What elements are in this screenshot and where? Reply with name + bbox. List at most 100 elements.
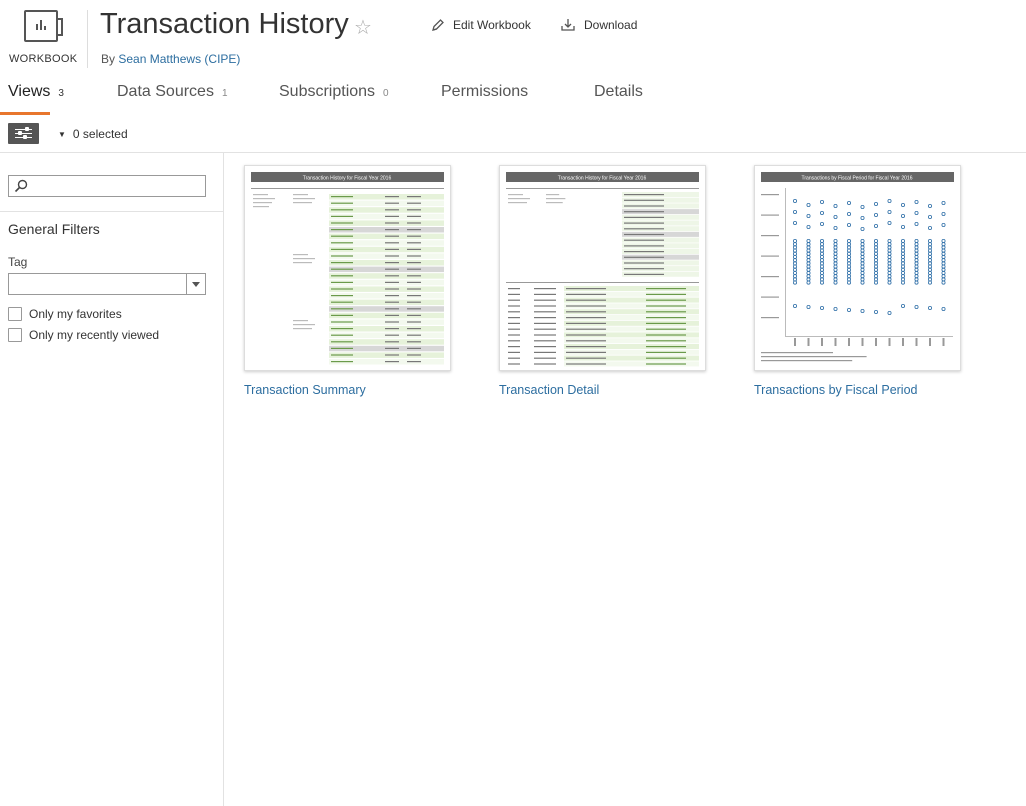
thumb-cell	[534, 334, 556, 336]
thumb-point	[887, 258, 892, 263]
thumb-cell	[566, 363, 606, 365]
search-input[interactable]	[8, 175, 206, 197]
view-thumbnail[interactable]: Transaction History for Fiscal Year 2016	[499, 165, 706, 371]
thumb-point	[833, 258, 838, 263]
thumb-point	[820, 280, 825, 285]
download-button[interactable]: Download	[560, 18, 637, 32]
star-icon[interactable]: ☆	[354, 15, 372, 40]
thumb-cell	[534, 357, 556, 359]
thumb-cell	[331, 321, 353, 323]
view-card[interactable]: Transaction History for Fiscal Year 2016…	[499, 165, 706, 397]
thumb-point	[820, 261, 825, 266]
edit-workbook-button[interactable]: Edit Workbook	[431, 18, 531, 32]
view-thumbnail[interactable]: Transactions by Fiscal Period for Fiscal…	[754, 165, 961, 371]
thumb-cell	[566, 346, 606, 348]
thumb-point	[900, 267, 905, 272]
thumb-cell	[385, 255, 399, 257]
thumb-cell	[385, 196, 399, 198]
thumb-cell	[566, 334, 606, 336]
thumb-cell	[385, 215, 399, 217]
workbook-icon	[24, 10, 63, 42]
thumb-cell	[331, 328, 353, 330]
view-card[interactable]: Transaction History for Fiscal Year 2016…	[244, 165, 451, 397]
thumb-point	[833, 271, 838, 276]
thumb-point	[793, 258, 798, 263]
tab-details[interactable]: Details	[594, 83, 643, 119]
thumb-cell	[646, 351, 686, 353]
thumb-cell	[407, 275, 421, 277]
only-recent-checkbox[interactable]	[8, 328, 22, 342]
thumb-cell	[566, 299, 606, 301]
thumb-point	[900, 245, 905, 250]
thumb-point	[793, 245, 798, 250]
thumb-point	[820, 264, 825, 269]
chevron-down-icon[interactable]	[186, 274, 205, 294]
thumb-cell	[385, 242, 399, 244]
thumb-point	[874, 242, 879, 247]
tab-permissions[interactable]: Permissions	[441, 83, 528, 119]
thumb-point	[820, 222, 825, 227]
thumb-point	[860, 308, 865, 313]
thumb-cell	[407, 235, 421, 237]
thumb-point	[860, 205, 865, 210]
thumb-tick-label	[902, 338, 904, 346]
thumb-cell	[407, 248, 421, 250]
tab-data-sources[interactable]: Data Sources 1	[117, 83, 228, 119]
thumb-cell	[534, 346, 556, 348]
selected-count: 0 selected	[72, 127, 128, 141]
thumb-cell	[534, 328, 556, 330]
thumb-cell	[566, 340, 606, 342]
thumb-cell	[508, 357, 520, 359]
view-title[interactable]: Transaction Detail	[499, 383, 706, 397]
tag-select[interactable]	[8, 273, 206, 295]
thumb-cell	[331, 288, 353, 290]
thumb-point	[860, 277, 865, 282]
thumb-cell	[385, 341, 399, 343]
only-favorites-filter[interactable]: Only my favorites	[8, 307, 122, 321]
view-thumbnail[interactable]: Transaction History for Fiscal Year 2016	[244, 165, 451, 371]
thumb-point	[914, 222, 919, 227]
only-favorites-checkbox[interactable]	[8, 307, 22, 321]
thumb-point	[847, 201, 852, 206]
selection-dropdown[interactable]: ▼ 0 selected	[58, 127, 128, 141]
thumb-point	[847, 267, 852, 272]
thumb-tick-label	[821, 338, 823, 346]
thumb-tick-label	[848, 338, 850, 346]
view-card[interactable]: Transactions by Fiscal Period for Fiscal…	[754, 165, 961, 397]
thumb-cell	[508, 317, 520, 319]
thumb-point	[941, 245, 946, 250]
thumb-tick-label	[929, 338, 931, 346]
only-recent-label: Only my recently viewed	[29, 328, 160, 342]
thumb-cell	[566, 357, 606, 359]
thumb-point	[887, 280, 892, 285]
thumb-cell	[407, 196, 421, 198]
thumb-tick-label	[761, 194, 779, 196]
only-recent-filter[interactable]: Only my recently viewed	[8, 328, 159, 342]
thumb-point	[900, 274, 905, 279]
thumb-point	[847, 271, 852, 276]
thumb-point	[833, 251, 838, 256]
byline-prefix: By	[101, 52, 116, 66]
tab-subscriptions[interactable]: Subscriptions 0	[279, 83, 389, 119]
thumb-cell	[385, 347, 399, 349]
thumb-line	[293, 258, 315, 260]
thumb-point	[914, 248, 919, 253]
view-title[interactable]: Transactions by Fiscal Period	[754, 383, 961, 397]
thumb-point	[941, 267, 946, 272]
thumb-cell	[407, 308, 421, 310]
thumb-cell	[385, 209, 399, 211]
view-title[interactable]: Transaction Summary	[244, 383, 451, 397]
thumb-point	[806, 264, 811, 269]
thumb-cell	[407, 255, 421, 257]
thumb-line	[293, 320, 308, 322]
thumb-point	[927, 215, 932, 220]
thumb-cell	[508, 351, 520, 353]
thumb-point	[820, 271, 825, 276]
thumb-line	[253, 202, 272, 204]
thumb-point	[941, 212, 946, 217]
owner-link[interactable]: Sean Matthews (CIPE)	[118, 52, 240, 66]
byline: By Sean Matthews (CIPE)	[101, 52, 240, 66]
tag-label: Tag	[8, 255, 28, 269]
filter-toggle-button[interactable]	[8, 123, 39, 144]
thumb-point	[927, 280, 932, 285]
